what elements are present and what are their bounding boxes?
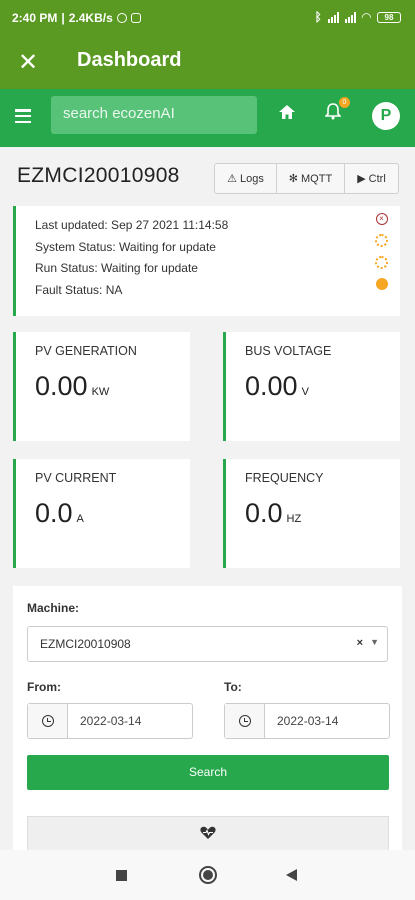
metric-card-pv-generation: PV GENERATION 0.00 KW bbox=[13, 332, 190, 441]
filter-form: Machine: EZMCI20010908 × ▼ From: To: 202… bbox=[13, 586, 402, 850]
device-id: EZMCI20010908 bbox=[17, 164, 180, 187]
close-icon[interactable]: ✕ bbox=[18, 48, 38, 77]
health-panel-header[interactable] bbox=[27, 816, 389, 850]
signal-icon-2 bbox=[344, 11, 356, 23]
from-label: From: bbox=[27, 680, 61, 694]
notification-badge: 0 bbox=[339, 97, 350, 108]
loading-icon bbox=[375, 234, 388, 247]
device-actions: ⚠ Logs ✻ MQTT ▶ Ctrl bbox=[214, 163, 399, 194]
metric-card-frequency: FREQUENCY 0.0 HZ bbox=[223, 459, 400, 568]
system-nav-bar bbox=[0, 850, 415, 900]
battery-icon: 98 bbox=[377, 11, 401, 23]
clock-icon bbox=[225, 704, 265, 738]
wifi-icon: ◠ bbox=[361, 10, 371, 24]
network-speed: 2.4KB/s bbox=[68, 11, 113, 25]
clear-icon[interactable]: × bbox=[357, 637, 363, 649]
machine-label: Machine: bbox=[27, 601, 80, 615]
to-date-field[interactable]: 2022-03-14 bbox=[224, 703, 390, 739]
metric-card-pv-current: PV CURRENT 0.0 A bbox=[13, 459, 190, 568]
fault-status: Fault Status: NA bbox=[35, 282, 123, 297]
run-status: Run Status: Waiting for update bbox=[35, 261, 198, 275]
app-bar: ✕ Dashboard bbox=[0, 36, 415, 89]
heartbeat-icon bbox=[200, 826, 216, 839]
ctrl-button[interactable]: ▶ Ctrl bbox=[345, 163, 399, 194]
bell-icon[interactable] bbox=[325, 103, 341, 120]
home-button[interactable] bbox=[199, 866, 217, 884]
search-button[interactable]: Search bbox=[27, 755, 389, 790]
menu-icon[interactable] bbox=[15, 109, 31, 123]
shield-icon bbox=[130, 13, 141, 23]
to-label: To: bbox=[224, 680, 242, 694]
logs-button[interactable]: ⚠ Logs bbox=[214, 163, 277, 194]
metric-card-bus-voltage: BUS VOLTAGE 0.00 V bbox=[223, 332, 400, 441]
page-title: Dashboard bbox=[77, 49, 182, 71]
back-button[interactable] bbox=[286, 869, 297, 881]
avatar[interactable]: P bbox=[372, 102, 400, 130]
from-date-field[interactable]: 2022-03-14 bbox=[27, 703, 193, 739]
alarm-icon bbox=[116, 13, 127, 23]
error-icon: × bbox=[375, 213, 388, 225]
bug-icon: ✻ bbox=[288, 173, 299, 185]
status-card: Last updated: Sep 27 2021 11:14:58 Syste… bbox=[13, 206, 400, 316]
home-icon[interactable] bbox=[279, 105, 295, 119]
recents-button[interactable] bbox=[116, 870, 127, 881]
loading-icon bbox=[375, 256, 388, 269]
warning-icon: ⚠ bbox=[227, 173, 237, 185]
play-icon: ▶ bbox=[357, 173, 366, 185]
system-status: System Status: Waiting for update bbox=[35, 239, 216, 254]
fault-indicator-icon bbox=[375, 278, 388, 290]
clock-icon bbox=[28, 704, 68, 738]
clock: 2:40 PM bbox=[12, 11, 58, 25]
top-navbar: search ecozenAI 0 bbox=[0, 89, 415, 147]
mqtt-button[interactable]: ✻ MQTT bbox=[277, 163, 345, 194]
system-status-bar: 2:40 PM | 2.4KB/s ᛒ ◠ 98 bbox=[0, 0, 415, 36]
search-input[interactable]: search ecozenAI bbox=[51, 96, 257, 134]
bluetooth-icon: ᛒ bbox=[314, 10, 322, 24]
last-updated: Last updated: Sep 27 2021 11:14:58 bbox=[35, 218, 229, 232]
machine-select[interactable]: EZMCI20010908 × ▼ bbox=[27, 626, 388, 662]
signal-icon bbox=[327, 11, 339, 23]
chevron-down-icon[interactable]: ▼ bbox=[370, 637, 379, 647]
